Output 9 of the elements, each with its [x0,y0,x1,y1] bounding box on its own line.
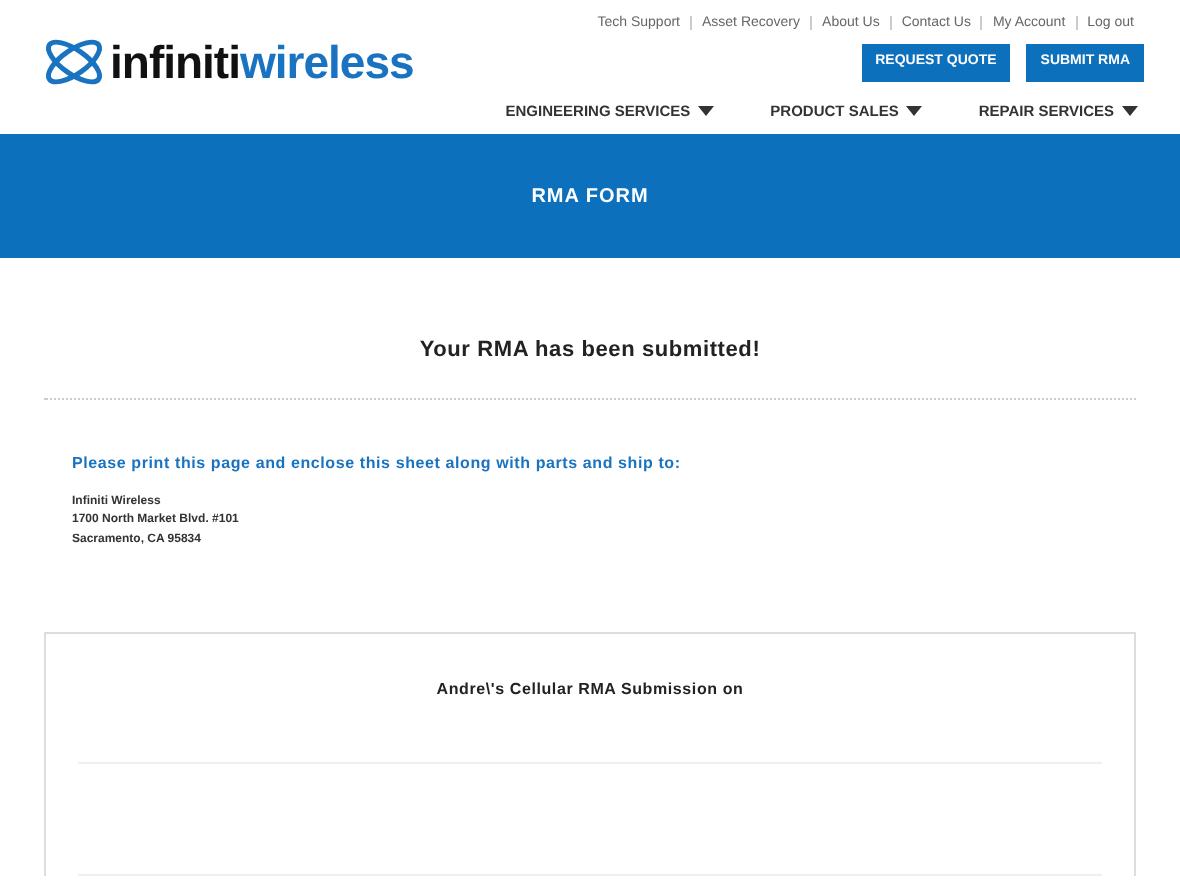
caret-icon [906,106,923,117]
logo-text: infiniti [110,39,240,85]
card-title: Andre\'s Cellular RMA Submission on [78,634,1102,764]
page-heading: Your RMA has been submitted! [44,258,1136,399]
logo-text: wireless [239,39,414,85]
banner-title: RMA FORM [531,183,649,211]
caret-icon [698,106,715,117]
instruction-text: Please print this page and enclose this sheet along with parts and ship to: [72,451,683,475]
caret-icon [1122,106,1138,117]
